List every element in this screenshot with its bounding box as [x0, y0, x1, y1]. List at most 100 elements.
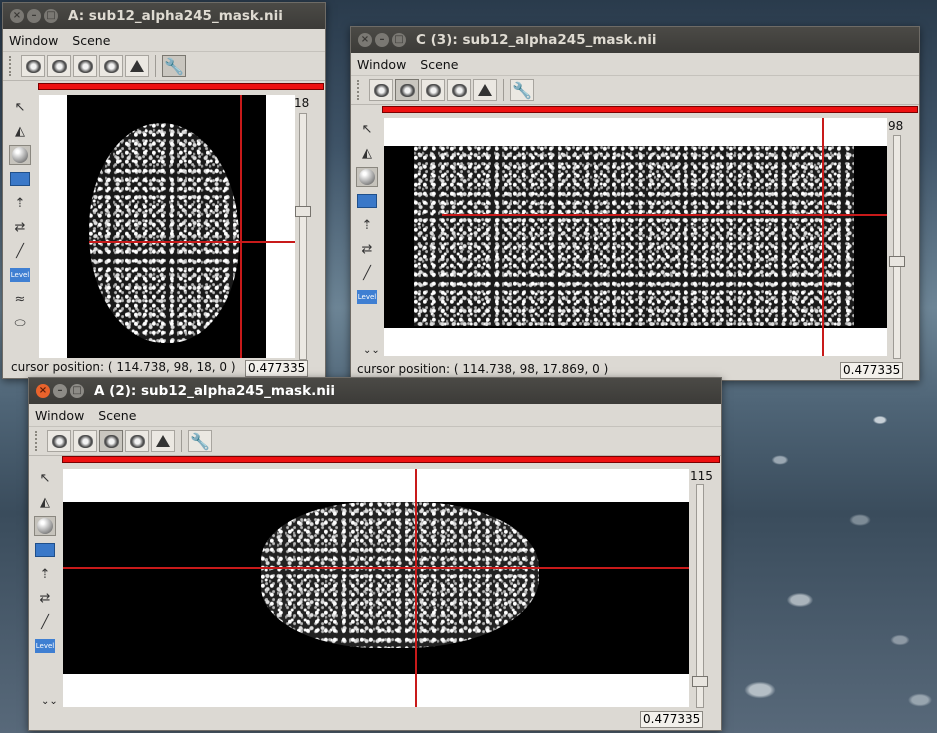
menubar: Window Scene [29, 404, 721, 426]
slice-number: 115 [690, 469, 713, 483]
close-icon[interactable]: × [10, 9, 24, 23]
brain-sagittal-icon[interactable] [369, 79, 393, 101]
window-a-titlebar[interactable]: × – □ A: sub12_alpha245_mask.nii [3, 3, 325, 29]
transform-icon[interactable]: ⇄ [34, 588, 56, 608]
slice-slider[interactable] [889, 135, 905, 359]
plane-icon[interactable]: ◭ [9, 121, 31, 141]
left-toolbar: ↖ ◭ ⇡ ⇄ ╱ Level [32, 468, 58, 656]
maximize-icon[interactable]: □ [392, 33, 406, 47]
surface-icon[interactable] [125, 55, 149, 77]
toolbar: 🔧 [3, 51, 325, 81]
voxel-value: 0.477335 [640, 711, 704, 728]
window-a2-titlebar[interactable]: × – □ A (2): sub12_alpha245_mask.nii [29, 378, 721, 404]
brain-axial-icon[interactable] [99, 430, 123, 452]
cursor-status: cursor position: ( 114.738, 98, 18, 0 ) [11, 360, 236, 374]
sphere-icon[interactable] [356, 167, 378, 187]
slice-slider[interactable] [295, 113, 311, 360]
crosshair-vertical [415, 469, 417, 707]
level-icon[interactable]: Level [9, 265, 31, 285]
window-c3-titlebar[interactable]: × – □ C (3): sub12_alpha245_mask.nii [351, 27, 919, 53]
sphere-icon[interactable] [9, 145, 31, 165]
pointer-icon[interactable]: ↖ [9, 97, 31, 117]
brain-coronal-icon[interactable] [47, 55, 71, 77]
image-slice [384, 146, 887, 328]
brain-axial-icon[interactable] [421, 79, 445, 101]
window-a[interactable]: × – □ A: sub12_alpha245_mask.nii Window … [2, 2, 326, 379]
wrench-icon[interactable]: 🔧 [510, 79, 534, 101]
maximize-icon[interactable]: □ [70, 384, 84, 398]
rotate-icon[interactable] [356, 191, 378, 211]
toolbar-grip[interactable] [9, 56, 15, 76]
slice-slider-thumb[interactable] [889, 256, 905, 267]
window-title: C (3): sub12_alpha245_mask.nii [416, 32, 657, 48]
cursor-status: cursor position: ( 114.738, 98, 17.869, … [357, 362, 609, 376]
transform-icon[interactable]: ⇄ [356, 239, 378, 259]
minimize-icon[interactable]: – [53, 384, 67, 398]
chevron-down-icon[interactable]: ⌄⌄ [41, 696, 58, 707]
axes-icon[interactable]: ⇡ [356, 215, 378, 235]
menu-window[interactable]: Window [35, 408, 84, 423]
wrench-icon[interactable]: 🔧 [162, 55, 186, 77]
red-bar [38, 83, 324, 90]
brain-axial-icon[interactable] [73, 55, 97, 77]
wrench-icon[interactable]: 🔧 [188, 430, 212, 452]
toolbar: 🔧 [351, 75, 919, 105]
minimize-icon[interactable]: – [375, 33, 389, 47]
crosshair-vertical [240, 95, 242, 358]
toolbar-grip[interactable] [35, 431, 41, 451]
brain-multi-icon[interactable] [99, 55, 123, 77]
toolbar-grip[interactable] [357, 80, 363, 100]
window-title: A: sub12_alpha245_mask.nii [68, 8, 283, 24]
segment-icon[interactable]: ≈ [9, 289, 31, 309]
close-icon[interactable]: × [36, 384, 50, 398]
brush-icon[interactable]: ╱ [356, 263, 378, 283]
label-icon[interactable]: ⬭ [9, 313, 31, 333]
brain-sagittal-icon[interactable] [47, 430, 71, 452]
window-title: A (2): sub12_alpha245_mask.nii [94, 383, 336, 399]
crosshair-horizontal [89, 241, 295, 243]
plane-icon[interactable]: ◭ [356, 143, 378, 163]
menu-scene[interactable]: Scene [98, 408, 136, 423]
slice-slider-thumb[interactable] [692, 676, 708, 687]
rotate-icon[interactable] [34, 540, 56, 560]
slice-slider[interactable] [692, 484, 708, 708]
slice-slider-thumb[interactable] [295, 206, 311, 217]
plane-icon[interactable]: ◭ [34, 492, 56, 512]
surface-icon[interactable] [151, 430, 175, 452]
brain-image [261, 502, 539, 648]
brain-sagittal-icon[interactable] [21, 55, 45, 77]
window-c3[interactable]: × – □ C (3): sub12_alpha245_mask.nii Win… [350, 26, 920, 381]
maximize-icon[interactable]: □ [44, 9, 58, 23]
brush-icon[interactable]: ╱ [9, 241, 31, 261]
viewer-canvas[interactable] [63, 469, 689, 707]
menu-scene[interactable]: Scene [72, 33, 110, 48]
left-toolbar: ↖ ◭ ⇡ ⇄ ╱ Level [354, 119, 380, 307]
pointer-icon[interactable]: ↖ [34, 468, 56, 488]
sphere-icon[interactable] [34, 516, 56, 536]
window-a2[interactable]: × – □ A (2): sub12_alpha245_mask.nii Win… [28, 377, 722, 731]
axes-icon[interactable]: ⇡ [34, 564, 56, 584]
toolbar-separator [181, 430, 182, 452]
menu-scene[interactable]: Scene [420, 57, 458, 72]
brush-icon[interactable]: ╱ [34, 612, 56, 632]
close-icon[interactable]: × [358, 33, 372, 47]
menu-window[interactable]: Window [357, 57, 406, 72]
transform-icon[interactable]: ⇄ [9, 217, 31, 237]
brain-coronal-icon[interactable] [395, 79, 419, 101]
brain-multi-icon[interactable] [447, 79, 471, 101]
surface-icon[interactable] [473, 79, 497, 101]
level-icon[interactable]: Level [356, 287, 378, 307]
minimize-icon[interactable]: – [27, 9, 41, 23]
brain-coronal-icon[interactable] [73, 430, 97, 452]
viewer-canvas[interactable] [384, 118, 887, 356]
rotate-icon[interactable] [9, 169, 31, 189]
brain-multi-icon[interactable] [125, 430, 149, 452]
menu-window[interactable]: Window [9, 33, 58, 48]
axes-icon[interactable]: ⇡ [9, 193, 31, 213]
chevron-down-icon[interactable]: ⌄⌄ [363, 345, 380, 356]
level-icon[interactable]: Level [34, 636, 56, 656]
pointer-icon[interactable]: ↖ [356, 119, 378, 139]
menubar: Window Scene [351, 53, 919, 75]
image-slice [67, 95, 266, 358]
viewer-canvas[interactable] [39, 95, 295, 358]
